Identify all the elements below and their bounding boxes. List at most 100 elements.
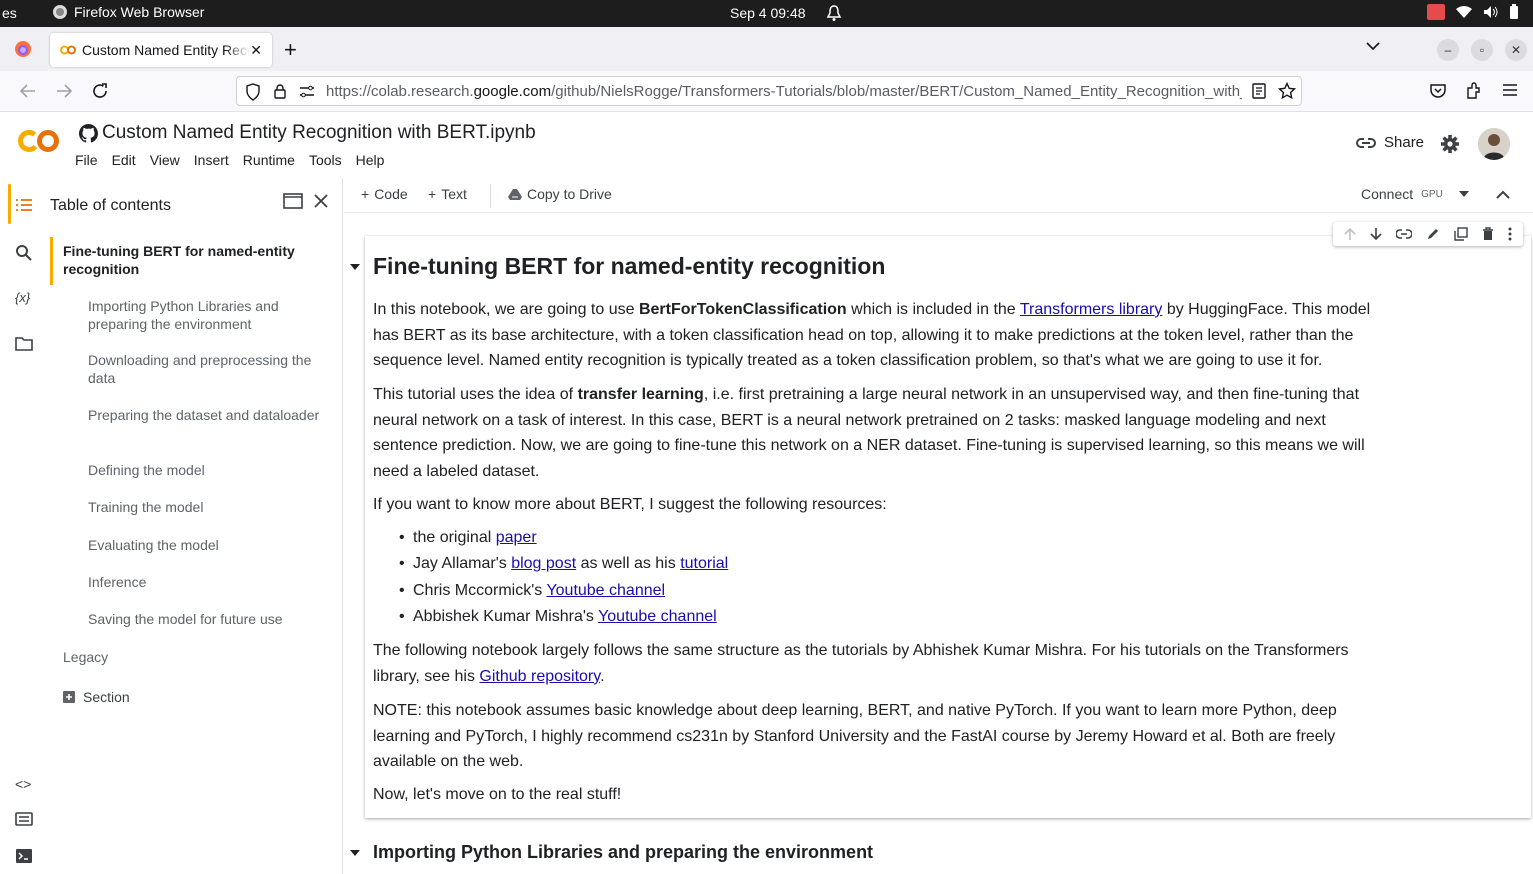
add-text-button[interactable]: + Text — [428, 186, 467, 202]
code-snippets-icon[interactable]: <> — [15, 776, 31, 792]
move-up-icon[interactable] — [1344, 227, 1356, 241]
list-item: Abbishek Kumar Mishra's Youtube channel — [373, 604, 1393, 631]
close-panel-icon[interactable] — [313, 193, 329, 209]
user-avatar[interactable] — [1478, 128, 1510, 160]
menu-view[interactable]: View — [150, 152, 187, 168]
mirror-cell-icon[interactable] — [1454, 227, 1468, 241]
link-tutorial[interactable]: tutorial — [680, 555, 728, 572]
command-palette-icon[interactable] — [15, 812, 33, 826]
more-options-icon[interactable] — [1508, 227, 1512, 241]
menu-file[interactable]: File — [75, 152, 105, 168]
variables-icon[interactable]: {x} — [15, 290, 30, 305]
open-in-tab-icon[interactable] — [283, 193, 303, 209]
maximize-window-button[interactable]: ▫ — [1471, 39, 1493, 61]
expand-plus-icon[interactable] — [63, 691, 75, 703]
toc-item-finetuning[interactable]: Fine-tuning BERT for named-entity recogn… — [63, 242, 313, 278]
os-clock[interactable]: Sep 4 09:48 — [730, 5, 806, 21]
settings-gear-icon[interactable] — [1440, 134, 1460, 154]
link-github-repository[interactable]: Github repository — [479, 668, 600, 685]
os-tray[interactable] — [1427, 4, 1519, 20]
back-icon[interactable] — [19, 82, 37, 100]
volume-icon[interactable] — [1483, 5, 1499, 19]
browser-tab[interactable]: Custom Named Entity Recognition ✕ — [50, 33, 272, 67]
toc-item-saving[interactable]: Saving the model for future use — [88, 610, 328, 628]
paragraph-note: NOTE: this notebook assumes basic knowle… — [373, 702, 1337, 770]
menu-runtime[interactable]: Runtime — [243, 152, 302, 168]
copy-to-drive-label: Copy to Drive — [527, 186, 612, 202]
hamburger-menu-icon[interactable] — [1502, 82, 1518, 98]
link-transformers-library[interactable]: Transformers library — [1020, 301, 1163, 318]
table-of-contents-icon[interactable] — [15, 198, 33, 212]
notification-bell-icon[interactable] — [826, 4, 842, 22]
extensions-icon[interactable] — [1465, 82, 1483, 100]
share-button[interactable]: Share — [1356, 134, 1424, 151]
bookmark-star-icon[interactable] — [1278, 82, 1296, 100]
move-down-icon[interactable] — [1370, 227, 1382, 241]
url-bar[interactable]: https://colab.research.google.com/github… — [236, 76, 1302, 106]
copy-link-icon[interactable] — [1396, 229, 1412, 239]
menu-help[interactable]: Help — [356, 152, 392, 168]
link-youtube-mishra[interactable]: Youtube channel — [598, 608, 717, 625]
minimize-window-button[interactable]: – — [1437, 39, 1459, 61]
tracking-protection-icon[interactable] — [245, 83, 261, 101]
menu-edit[interactable]: Edit — [112, 152, 143, 168]
reload-icon[interactable] — [91, 82, 109, 100]
collapse-header-chevron-icon[interactable] — [1496, 190, 1510, 199]
tab-close-icon[interactable]: ✕ — [250, 42, 262, 59]
os-left-fragment: es — [2, 5, 17, 21]
list-all-tabs-icon[interactable] — [1366, 41, 1380, 51]
share-label: Share — [1384, 134, 1425, 151]
lock-icon[interactable] — [273, 83, 287, 99]
connect-runtime-button[interactable]: Connect GPU — [1361, 186, 1469, 202]
tray-app-icon[interactable] — [1427, 4, 1445, 20]
dropdown-caret-icon[interactable] — [1458, 191, 1469, 197]
menu-tools[interactable]: Tools — [309, 152, 349, 168]
toc-item-inference[interactable]: Inference — [88, 573, 328, 591]
toc-item-downloading[interactable]: Downloading and preprocessing the data — [88, 351, 328, 387]
pocket-icon[interactable] — [1429, 82, 1447, 100]
search-icon[interactable] — [15, 244, 33, 262]
link-youtube-mccormick[interactable]: Youtube channel — [546, 582, 665, 599]
terminal-icon[interactable] — [15, 848, 33, 864]
wifi-icon[interactable] — [1455, 5, 1473, 19]
toolbar-divider — [490, 184, 491, 208]
section-collapse-toggle-icon[interactable] — [350, 264, 360, 270]
reader-view-icon[interactable] — [1251, 83, 1267, 99]
firefox-view-icon[interactable] — [14, 40, 32, 58]
paragraph-lets-move-on: Now, let's move on to the real stuff! — [373, 786, 622, 803]
toc-section-label: Section — [83, 689, 130, 705]
link-blog-post[interactable]: blog post — [511, 555, 576, 572]
toc-item-section[interactable]: Section — [63, 688, 303, 706]
link-paper[interactable]: paper — [496, 529, 537, 546]
add-code-button[interactable]: + Code — [361, 186, 408, 202]
left-icon-rail: {x} <> — [0, 178, 48, 874]
next-section-collapse-toggle-icon[interactable] — [350, 850, 360, 856]
list-item: the original paper — [373, 525, 1393, 552]
toc-item-defining[interactable]: Defining the model — [88, 461, 328, 479]
edit-pencil-icon[interactable] — [1426, 227, 1440, 241]
plus-icon: + — [361, 186, 370, 202]
toc-item-evaluating[interactable]: Evaluating the model — [88, 536, 328, 554]
close-window-button[interactable]: ✕ — [1505, 39, 1527, 61]
delete-trash-icon[interactable] — [1482, 227, 1494, 241]
menu-insert[interactable]: Insert — [194, 152, 236, 168]
toc-item-training[interactable]: Training the model — [88, 498, 328, 516]
forward-icon[interactable] — [55, 82, 73, 100]
toc-item-legacy[interactable]: Legacy — [63, 648, 303, 666]
permissions-icon[interactable] — [299, 85, 315, 99]
plus-icon: + — [428, 186, 437, 202]
new-tab-button[interactable]: + — [284, 37, 297, 63]
browser-tab-bar: Custom Named Entity Recognition ✕ + – ▫ … — [0, 27, 1533, 71]
notebook-title[interactable]: Custom Named Entity Recognition with BER… — [79, 122, 536, 144]
github-icon — [79, 123, 98, 143]
drive-icon — [508, 189, 522, 200]
toc-item-importing[interactable]: Importing Python Libraries and preparing… — [88, 297, 328, 333]
os-top-bar: es Firefox Web Browser Sep 4 09:48 — [0, 0, 1533, 27]
os-app-menu[interactable]: Firefox Web Browser — [52, 4, 204, 20]
copy-to-drive-button[interactable]: Copy to Drive — [508, 186, 612, 202]
toc-item-preparing[interactable]: Preparing the dataset and dataloader — [88, 406, 328, 424]
battery-icon[interactable] — [1509, 4, 1519, 20]
os-app-name: Firefox Web Browser — [74, 4, 205, 20]
files-folder-icon[interactable] — [15, 337, 33, 351]
colab-logo-icon[interactable] — [18, 128, 60, 154]
